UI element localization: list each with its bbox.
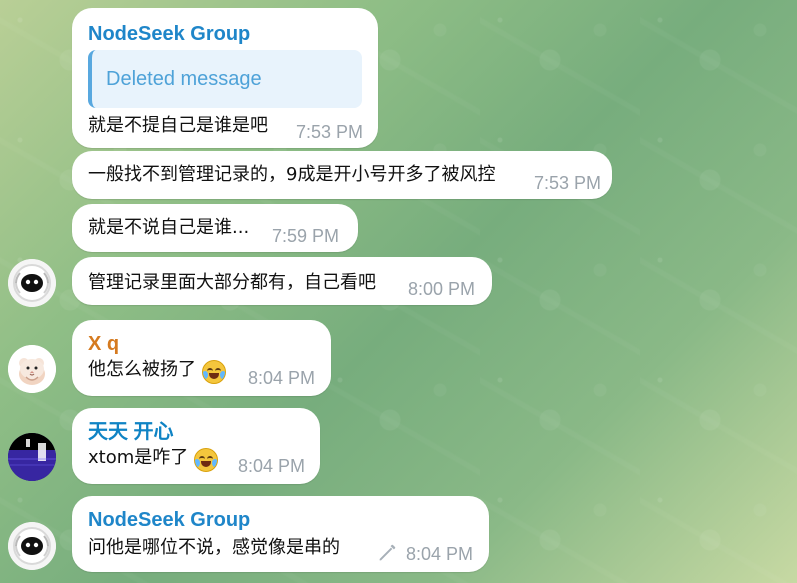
sender-name[interactable]: X q xyxy=(88,332,119,356)
robot-icon xyxy=(8,522,56,570)
message-text: 一般找不到管理记录的，9成是开小号开多了被风控 xyxy=(88,164,496,185)
message-text: 问他是哪位不说，感觉像是串的 xyxy=(88,537,340,558)
message-bubble-1[interactable]: NodeSeek Group Deleted message 就是不提自己是谁是… xyxy=(72,8,378,148)
robot-icon xyxy=(8,259,56,307)
laughing-crying-emoji-icon xyxy=(202,360,226,384)
message-text: 就是不说自己是谁... xyxy=(88,217,250,238)
message-time: 7:59 PM xyxy=(272,226,340,246)
message-time: 8:04 PM xyxy=(406,544,474,564)
nodeseek-group-avatar[interactable] xyxy=(8,522,56,570)
quoted-message-text: Deleted message xyxy=(106,68,262,90)
message-text: xtom是咋了 xyxy=(88,447,189,468)
hamster-icon xyxy=(8,345,56,393)
anime-avatar-icon xyxy=(8,433,56,481)
message-time: 7:53 PM xyxy=(296,122,364,142)
tiantian-avatar[interactable] xyxy=(8,433,56,481)
sender-name[interactable]: NodeSeek Group xyxy=(88,508,250,532)
message-bubble-6[interactable]: 天天 开心 xtom是咋了 8:04 PM xyxy=(72,408,320,484)
message-bubble-7[interactable]: NodeSeek Group 问他是哪位不说，感觉像是串的 8:04 PM xyxy=(72,496,489,572)
laughing-crying-emoji-icon xyxy=(194,448,218,472)
message-bubble-4[interactable]: 管理记录里面大部分都有，自己看吧 8:00 PM xyxy=(72,257,492,305)
message-text: 他怎么被扬了 xyxy=(88,359,196,380)
message-text: 管理记录里面大部分都有，自己看吧 xyxy=(88,272,376,293)
message-bubble-3[interactable]: 就是不说自己是谁... 7:59 PM xyxy=(72,204,358,252)
message-text: 就是不提自己是谁是吧 xyxy=(88,115,268,136)
reply-quote[interactable]: Deleted message xyxy=(88,50,362,108)
nodeseek-group-avatar[interactable] xyxy=(8,259,56,307)
xq-avatar[interactable] xyxy=(8,345,56,393)
edited-pencil-icon xyxy=(379,544,396,561)
sender-name[interactable]: 天天 开心 xyxy=(88,420,174,444)
message-bubble-5[interactable]: X q 他怎么被扬了 8:04 PM xyxy=(72,320,331,396)
message-time: 8:04 PM xyxy=(248,368,316,388)
message-time: 7:53 PM xyxy=(534,173,602,193)
message-time: 8:04 PM xyxy=(238,456,306,476)
message-time: 8:00 PM xyxy=(408,279,476,299)
sender-name[interactable]: NodeSeek Group xyxy=(88,22,250,46)
message-bubble-2[interactable]: 一般找不到管理记录的，9成是开小号开多了被风控 7:53 PM xyxy=(72,151,612,199)
